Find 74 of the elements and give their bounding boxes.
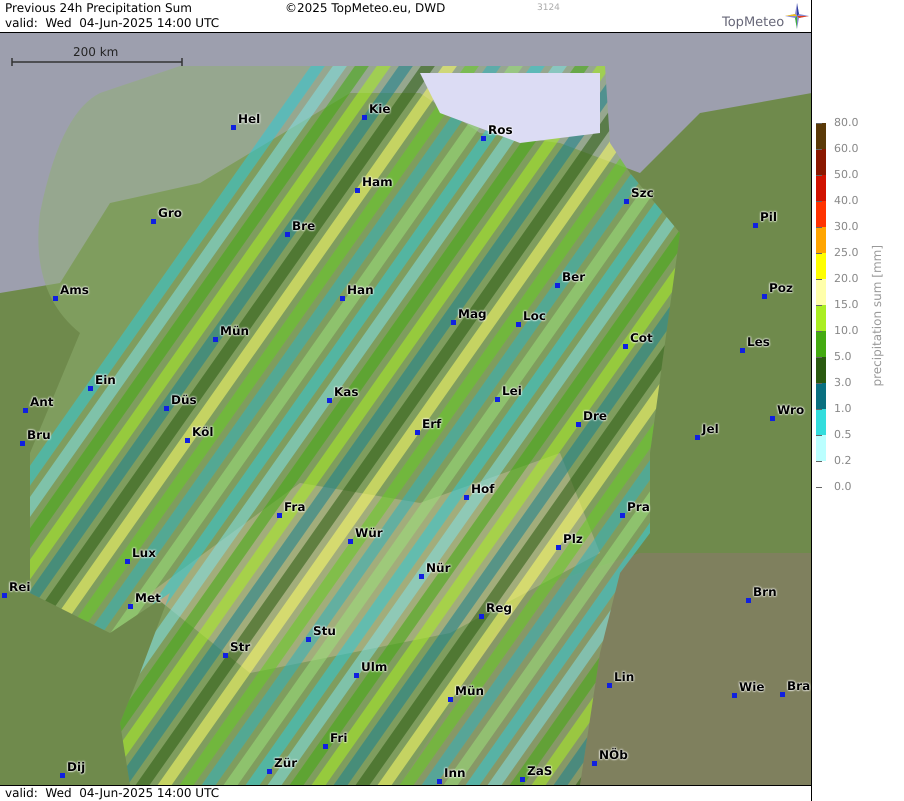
legend-title: precipitation sum [mm] [870, 245, 884, 387]
legend-value: 50.0 [834, 169, 858, 181]
map-code: 3124 [537, 3, 560, 13]
city-label: Lin [614, 670, 634, 684]
city-label: Ein [95, 373, 116, 387]
city-label: Dre [583, 409, 608, 423]
city-label: Plz [563, 532, 583, 546]
legend-value: 3.0 [834, 377, 852, 389]
city-label: Cot [630, 331, 653, 345]
city-label: Jel [702, 422, 719, 436]
city-label: Pra [627, 500, 650, 514]
city-label: Mün [220, 324, 250, 338]
legend-value: 5.0 [834, 351, 852, 363]
copyright-text: ©2025 TopMeteo.eu, DWD [285, 1, 446, 15]
legend-value: 10.0 [834, 325, 858, 337]
logo-text: TopMeteo [722, 15, 784, 30]
city-label: Köl [192, 425, 214, 439]
city-label: Hel [238, 112, 260, 126]
city-label: Ham [362, 175, 393, 189]
city-label: Kie [369, 102, 391, 116]
city-label: Fri [330, 731, 348, 745]
legend-value: 0.5 [834, 429, 852, 441]
city-label: Str [230, 640, 250, 654]
city-label: Lei [502, 384, 522, 398]
city-label: Wie [739, 680, 764, 694]
city-label: Szc [631, 186, 654, 200]
legend-value: 60.0 [834, 143, 858, 155]
city-label: Nür [426, 561, 451, 575]
city-label: Fra [284, 500, 306, 514]
city-label: Met [135, 591, 161, 605]
legend-value: 80.0 [834, 117, 858, 129]
city-label: Mag [458, 307, 487, 321]
city-label: Inn [444, 766, 466, 780]
legend-value: 0.2 [834, 455, 852, 467]
compass-star-icon [785, 3, 809, 29]
city-label: Reg [486, 601, 512, 615]
city-label: Ams [60, 283, 89, 297]
city-label: Bru [27, 428, 51, 442]
city-label: Zür [274, 756, 298, 770]
city-label: Poz [769, 281, 794, 295]
scale-label: 200 km [73, 45, 118, 59]
city-label: Stu [313, 624, 336, 638]
city-label: Gro [158, 206, 182, 220]
legend-value: 1.0 [834, 403, 852, 415]
legend-value: 0.0 [834, 481, 852, 493]
city-label: Wür [355, 526, 383, 540]
city-label: Ant [30, 395, 54, 409]
city-label: Han [347, 283, 374, 297]
city-label: Les [747, 335, 770, 349]
city-label: Brn [753, 585, 777, 599]
city-label: Bre [292, 219, 316, 233]
city-label: Pil [760, 210, 778, 224]
city-label: Lux [132, 546, 156, 560]
city-label: ZaS [527, 764, 552, 778]
city-label: Düs [171, 393, 197, 407]
valid-time: valid: Wed 04-Jun-2025 14:00 UTC [5, 16, 220, 30]
city-label: Ros [488, 123, 513, 137]
city-label: Loc [523, 309, 546, 323]
legend-value: 40.0 [834, 195, 858, 207]
city-label: Rei [9, 580, 30, 594]
legend-value: 15.0 [834, 299, 858, 311]
valid-time: valid: Wed 04-Jun-2025 14:00 UTC [0, 785, 811, 801]
city-label: Erf [422, 417, 442, 431]
legend-value: 30.0 [834, 221, 858, 233]
city-label: Hof [471, 482, 495, 496]
legend-value: 20.0 [834, 273, 858, 285]
city-label: Mün [455, 684, 484, 698]
city-label: Bra [787, 679, 810, 693]
legend-value: 25.0 [834, 247, 858, 259]
city-label: Wro [777, 403, 804, 417]
map-title: Previous 24h Precipitation Sum [5, 1, 192, 15]
city-label: Dij [67, 760, 86, 774]
city-label: NÖb [599, 748, 628, 762]
city-label: Ber [562, 270, 586, 284]
